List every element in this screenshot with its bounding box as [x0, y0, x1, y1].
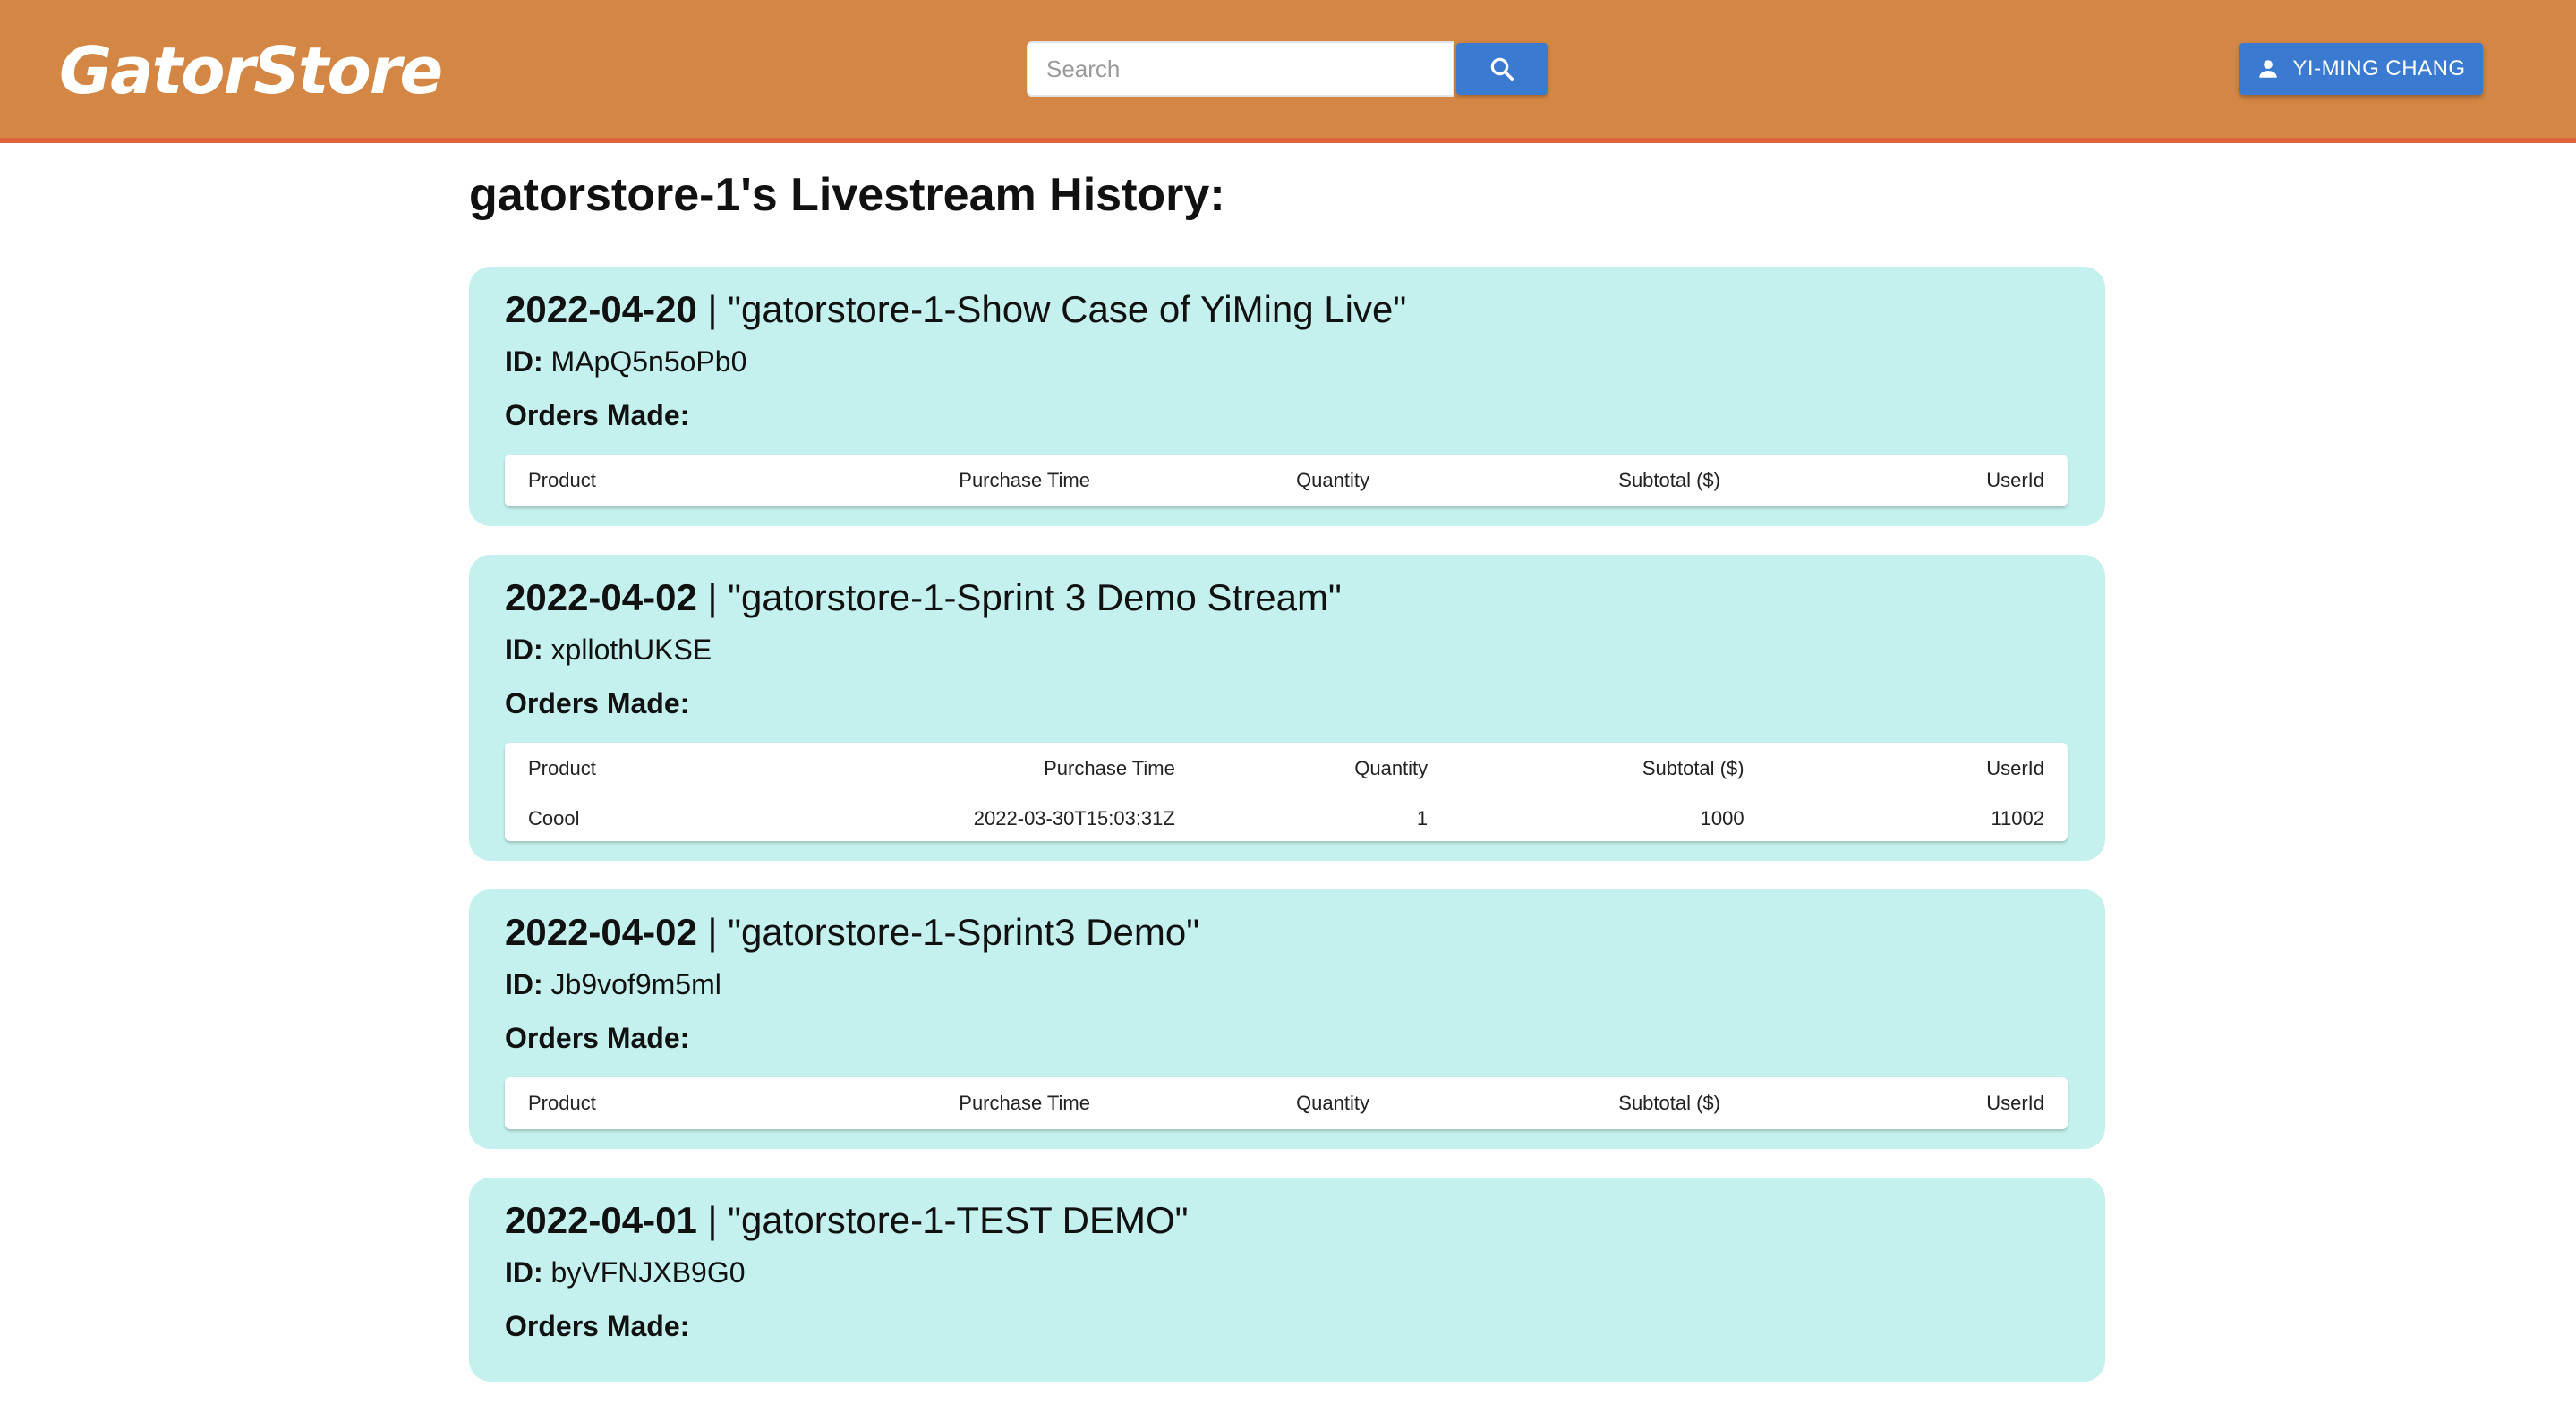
- livestream-card: 2022-04-02 | "gatorstore-1-Sprint3 Demo"…: [469, 889, 2105, 1149]
- title-separator: |: [696, 1199, 729, 1241]
- id-label: ID:: [505, 345, 543, 378]
- livestream-id: ID: Jb9vof9m5ml: [505, 966, 2068, 1002]
- id-label: ID:: [505, 634, 543, 666]
- id-value: Jb9vof9m5ml: [550, 968, 721, 1000]
- search-bar: [1027, 41, 1548, 97]
- table-row: Coool 2022-03-30T15:03:31Z 1 1000 11002: [505, 795, 2068, 841]
- search-input[interactable]: [1027, 41, 1454, 97]
- col-quantity: Quantity: [1296, 1092, 1369, 1114]
- col-purchase-time: Purchase Time: [959, 1092, 1090, 1114]
- livestream-history-list: 2022-04-20 | "gatorstore-1-Show Case of …: [469, 267, 2105, 1410]
- livestream-id: ID: MApQ5n5oPb0: [505, 344, 2068, 379]
- table-header-row: Product Purchase Time Quantity Subtotal …: [505, 455, 2068, 506]
- id-value: byVFNJXB9G0: [550, 1256, 746, 1289]
- cell-purchase-time: 2022-03-30T15:03:31Z: [711, 795, 1198, 841]
- livestream-name: "gatorstore-1-Show Case of YiMing Live": [728, 288, 1407, 330]
- search-button[interactable]: [1456, 43, 1548, 95]
- col-quantity: Quantity: [1354, 757, 1429, 779]
- search-icon: [1488, 55, 1515, 82]
- orders-table: Product Purchase Time Quantity Subtotal …: [505, 1077, 2068, 1129]
- col-quantity: Quantity: [1296, 469, 1369, 491]
- gatorstore-logo[interactable]: GatorStore: [59, 30, 443, 111]
- livestream-id: ID: byVFNJXB9G0: [505, 1255, 2068, 1290]
- livestream-card: 2022-04-20 | "gatorstore-1-Show Case of …: [469, 267, 2105, 526]
- orders-made-label: Orders Made:: [505, 399, 690, 431]
- cell-userid: 11002: [1767, 795, 2068, 841]
- orders-table: Product Purchase Time Quantity Subtotal …: [505, 743, 2068, 841]
- livestream-title: 2022-04-02 | "gatorstore-1-Sprint 3 Demo…: [505, 574, 2068, 621]
- page-title: gatorstore-1's Livestream History:: [469, 169, 1225, 221]
- id-label: ID:: [505, 1256, 543, 1289]
- col-subtotal: Subtotal ($): [1618, 1092, 1720, 1114]
- col-purchase-time: Purchase Time: [1044, 757, 1175, 779]
- title-separator: |: [696, 288, 729, 330]
- person-icon: [2256, 57, 2280, 81]
- top-navbar: GatorStore YI-MING CHANG: [0, 0, 2576, 143]
- col-userid: UserId: [1986, 469, 2044, 491]
- livestream-date: 2022-04-02: [505, 911, 697, 953]
- livestream-title: 2022-04-01 | "gatorstore-1-TEST DEMO": [505, 1197, 2068, 1244]
- cell-subtotal: 1000: [1451, 795, 1768, 841]
- orders-made-label: Orders Made:: [505, 687, 690, 719]
- title-separator: |: [696, 576, 729, 618]
- livestream-card: 2022-04-02 | "gatorstore-1-Sprint 3 Demo…: [469, 555, 2105, 861]
- orders-made-label: Orders Made:: [505, 1310, 690, 1342]
- livestream-title: 2022-04-02 | "gatorstore-1-Sprint3 Demo": [505, 909, 2068, 956]
- id-value: MApQ5n5oPb0: [550, 345, 747, 378]
- livestream-card: 2022-04-01 | "gatorstore-1-TEST DEMO" ID…: [469, 1178, 2105, 1382]
- col-purchase-time: Purchase Time: [959, 469, 1090, 491]
- user-account-button[interactable]: YI-MING CHANG: [2239, 43, 2483, 95]
- col-subtotal: Subtotal ($): [1618, 469, 1720, 491]
- id-label: ID:: [505, 968, 543, 1000]
- col-product: Product: [528, 757, 596, 779]
- table-header-row: Product Purchase Time Quantity Subtotal …: [505, 743, 2068, 795]
- cell-product: Coool: [505, 795, 712, 841]
- livestream-name: "gatorstore-1-TEST DEMO": [728, 1199, 1189, 1241]
- livestream-date: 2022-04-01: [505, 1199, 697, 1241]
- livestream-id: ID: xpllothUKSE: [505, 632, 2068, 668]
- col-subtotal: Subtotal ($): [1642, 757, 1744, 779]
- orders-table: Product Purchase Time Quantity Subtotal …: [505, 455, 2068, 506]
- orders-made-label: Orders Made:: [505, 1022, 690, 1054]
- livestream-title: 2022-04-20 | "gatorstore-1-Show Case of …: [505, 286, 2068, 333]
- livestream-date: 2022-04-20: [505, 288, 697, 330]
- orders-table-partial: [505, 1344, 2068, 1362]
- id-value: xpllothUKSE: [550, 634, 712, 666]
- col-userid: UserId: [1986, 757, 2044, 779]
- livestream-name: "gatorstore-1-Sprint3 Demo": [728, 911, 1200, 953]
- cell-quantity: 1: [1198, 795, 1452, 841]
- table-header-row: Product Purchase Time Quantity Subtotal …: [505, 1077, 2068, 1129]
- user-name-label: YI-MING CHANG: [2292, 56, 2466, 81]
- col-product: Product: [528, 469, 596, 491]
- livestream-date: 2022-04-02: [505, 576, 697, 618]
- col-userid: UserId: [1986, 1092, 2044, 1114]
- col-product: Product: [528, 1092, 596, 1114]
- livestream-name: "gatorstore-1-Sprint 3 Demo Stream": [728, 576, 1342, 618]
- title-separator: |: [696, 911, 729, 953]
